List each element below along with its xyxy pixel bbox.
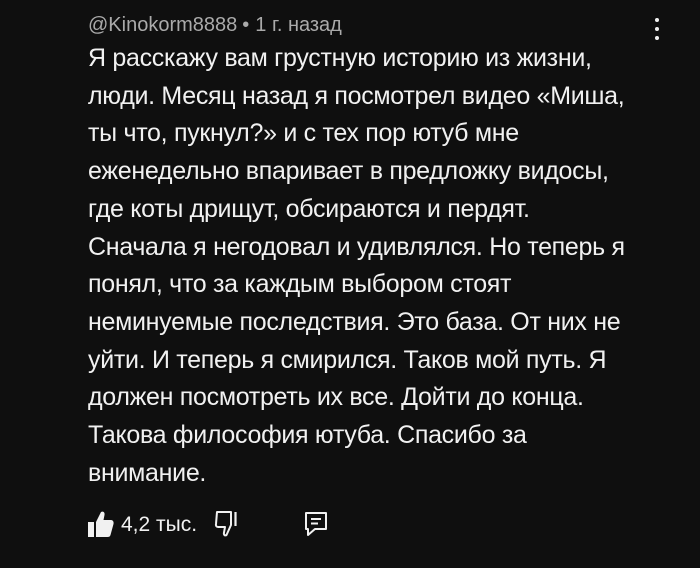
- more-vertical-icon-dot: [655, 36, 659, 40]
- thumbs-down-outline-icon: [214, 511, 237, 537]
- comment-header: @Kinokorm8888 • 1 г. назад: [88, 12, 342, 38]
- comment-text-line: Такова философия ютуба. Спасибо за: [88, 421, 527, 450]
- like-button[interactable]: [88, 509, 114, 539]
- comment-text-line: ты что, пукнул?» и с тех пор ютуб мне: [88, 119, 519, 148]
- comment-text-line: понял, что за каждым выбором стоят: [88, 270, 512, 299]
- comment-text-line: должен посмотреть их все. Дойти до конца…: [88, 383, 584, 412]
- author-handle[interactable]: @Kinokorm8888: [88, 14, 237, 36]
- reply-comment-icon: [305, 512, 327, 536]
- comment-text-line: Я расскажу вам грустную историю из жизни…: [88, 44, 592, 72]
- comment-text-line: уйти. И теперь я смирился. Таков мой пут…: [88, 345, 607, 374]
- dislike-button[interactable]: [214, 509, 240, 539]
- separator-dot: •: [242, 14, 250, 36]
- comment-text-line: внимание.: [88, 458, 207, 487]
- more-vertical-icon-dot: [655, 27, 659, 31]
- comment-text-line: неминуемые последствия. Это база. От них…: [88, 307, 621, 336]
- more-vertical-icon: [655, 18, 659, 22]
- comment-text-line: еженедельно впаривает в предложку видосы…: [88, 157, 609, 186]
- comment-text-line: люди. Месяц назад я посмотрел видео «Миш…: [88, 81, 625, 110]
- comment-text-line: Сначала я негодовал и удивлялся. Но тепе…: [88, 232, 625, 261]
- like-count: 4,2 тыс.: [121, 513, 198, 536]
- comment-timestamp[interactable]: 1 г. назад: [255, 14, 342, 36]
- comment-text: Я расскажу вам грустную историю из жизни…: [88, 40, 648, 492]
- thumbs-up-filled-icon: [88, 511, 114, 537]
- comment-text-line: где коты дрищут, обсираются и пердят.: [88, 194, 530, 223]
- reply-button[interactable]: [304, 511, 328, 537]
- comment: @Kinokorm8888 • 1 г. назад Я расскажу вам …: [0, 0, 700, 568]
